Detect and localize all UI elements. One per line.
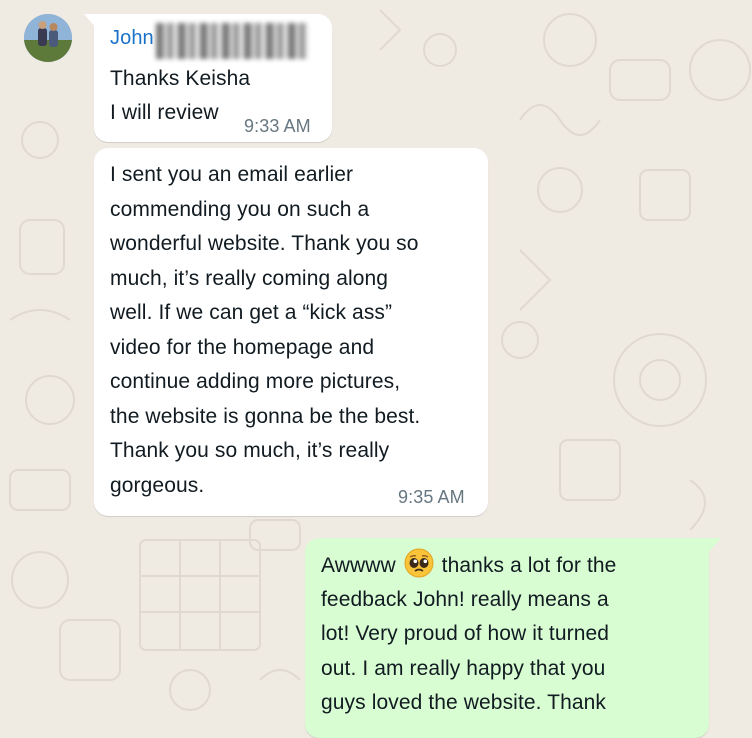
avatar-photo: [24, 14, 72, 62]
sender-name[interactable]: John: [110, 24, 154, 52]
message-line: the website is gonna be the best.: [110, 404, 421, 428]
message-line: wonderful website. Thank you so: [110, 232, 419, 255]
message-line: commending you on such a: [110, 197, 370, 221]
incoming-message[interactable]: John Thanks Keisha I will review 9:33 AM: [94, 14, 332, 142]
message-line: guys loved the website. Thank: [321, 691, 607, 714]
message-line: out. I am really happy that you: [321, 656, 606, 680]
pleading-face-emoji: [404, 548, 434, 578]
message-line: video for the homepage and: [110, 335, 375, 359]
message-line: I sent you an email earlier: [110, 163, 354, 186]
message-line: much, it’s really coming along: [110, 266, 389, 290]
message-timestamp: 9:33 AM: [244, 116, 311, 136]
bubble-tail: [709, 538, 721, 552]
message-line: Thank you so much, it’s really: [110, 439, 390, 462]
incoming-message[interactable]: I sent you an email earlier commending y…: [94, 148, 488, 516]
outgoing-message[interactable]: Awwww thanks a lot for the feedback John…: [305, 538, 709, 738]
message-line: Awwww thanks a lot for the: [321, 548, 616, 584]
message-line: lot! Very proud of how it turned: [321, 622, 610, 645]
message-line: continue adding more pictures,: [110, 370, 401, 393]
message-line: well. If we can get a “kick ass”: [110, 301, 393, 324]
message-text: thanks a lot for the: [441, 554, 617, 577]
redacted-name: [156, 23, 308, 59]
message-line: Thanks Keisha: [110, 67, 251, 90]
avatar[interactable]: [24, 14, 72, 62]
message-line: I will review: [110, 101, 219, 124]
message-text: Awwww: [321, 554, 396, 577]
message-timestamp: 9:35 AM: [398, 487, 465, 507]
message-line: gorgeous.: [110, 473, 205, 497]
message-line: feedback John! really means a: [321, 587, 609, 611]
